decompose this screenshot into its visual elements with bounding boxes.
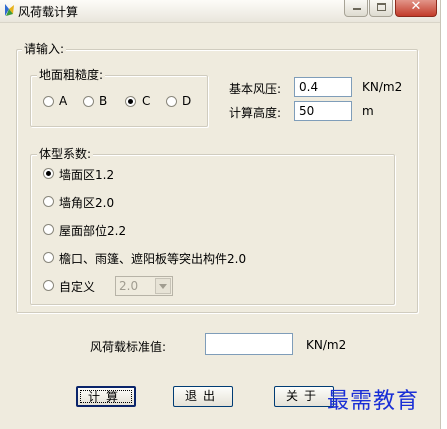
about-button-label: 关于 bbox=[285, 389, 322, 403]
shape-label-roof: 屋面部位2.2 bbox=[59, 224, 127, 238]
custom-factor-value: 2.0 bbox=[119, 279, 139, 293]
about-button[interactable]: 关于 bbox=[274, 386, 334, 407]
chevron-down-icon[interactable] bbox=[155, 278, 171, 294]
shape-radio-roof[interactable] bbox=[43, 224, 54, 235]
title-bar[interactable]: 风荷载计算 ✕ bbox=[0, 0, 440, 23]
watermark-text: 最需教育 bbox=[327, 389, 420, 414]
wind-pressure-label: 基本风压: bbox=[229, 82, 282, 96]
shape-factor-group-label: 体型系数: bbox=[37, 145, 94, 162]
shape-radio-custom[interactable] bbox=[43, 280, 54, 291]
exit-button-label: 退出 bbox=[184, 389, 221, 403]
roughness-label-a: A bbox=[59, 94, 68, 108]
shape-label-corner: 墙角区2.0 bbox=[59, 196, 115, 210]
exit-button[interactable]: 退出 bbox=[173, 386, 233, 407]
height-label: 计算高度: bbox=[229, 106, 282, 120]
shape-radio-eave[interactable] bbox=[43, 252, 54, 263]
minimize-button[interactable] bbox=[344, 0, 368, 17]
minimize-icon bbox=[353, 8, 361, 10]
wind-pressure-input[interactable] bbox=[294, 77, 352, 97]
focus-ring bbox=[80, 390, 132, 403]
shape-label-custom: 自定义 bbox=[59, 280, 96, 294]
maximize-icon bbox=[377, 3, 386, 11]
input-group-label: 请输入: bbox=[22, 40, 67, 57]
shape-label-wall: 墙面区1.2 bbox=[59, 168, 115, 182]
calculate-button[interactable]: 计算 bbox=[76, 386, 136, 407]
shape-radio-wall[interactable] bbox=[43, 168, 54, 179]
roughness-label-c: C bbox=[142, 94, 151, 108]
roughness-radio-b[interactable] bbox=[83, 96, 94, 107]
shape-radio-corner[interactable] bbox=[43, 196, 54, 207]
close-icon: ✕ bbox=[410, 0, 422, 14]
maximize-button[interactable] bbox=[369, 0, 393, 17]
roughness-radio-d[interactable] bbox=[166, 96, 177, 107]
roughness-group-label: 地面粗糙度: bbox=[37, 66, 106, 83]
height-unit: m bbox=[362, 104, 374, 118]
roughness-radio-a[interactable] bbox=[43, 96, 54, 107]
window-title: 风荷载计算 bbox=[18, 5, 79, 19]
height-input[interactable] bbox=[294, 101, 352, 121]
custom-factor-select[interactable]: 2.0 bbox=[115, 276, 173, 296]
result-label: 风荷载标准值: bbox=[90, 340, 167, 354]
result-unit: KN/m2 bbox=[306, 338, 347, 352]
shape-label-eave: 檐口、雨篷、遮阳板等突出构件2.0 bbox=[59, 252, 247, 266]
close-button[interactable]: ✕ bbox=[395, 0, 437, 17]
roughness-label-b: B bbox=[99, 94, 108, 108]
result-field[interactable] bbox=[205, 333, 293, 355]
roughness-radio-c[interactable] bbox=[125, 96, 136, 107]
roughness-label-d: D bbox=[182, 94, 192, 108]
app-icon bbox=[5, 4, 14, 16]
dialog-window: 风荷载计算 ✕ 请输入: 地面粗糙度: A B C D 基本风压: KN/m2 … bbox=[0, 0, 441, 429]
wind-pressure-unit: KN/m2 bbox=[362, 80, 403, 94]
